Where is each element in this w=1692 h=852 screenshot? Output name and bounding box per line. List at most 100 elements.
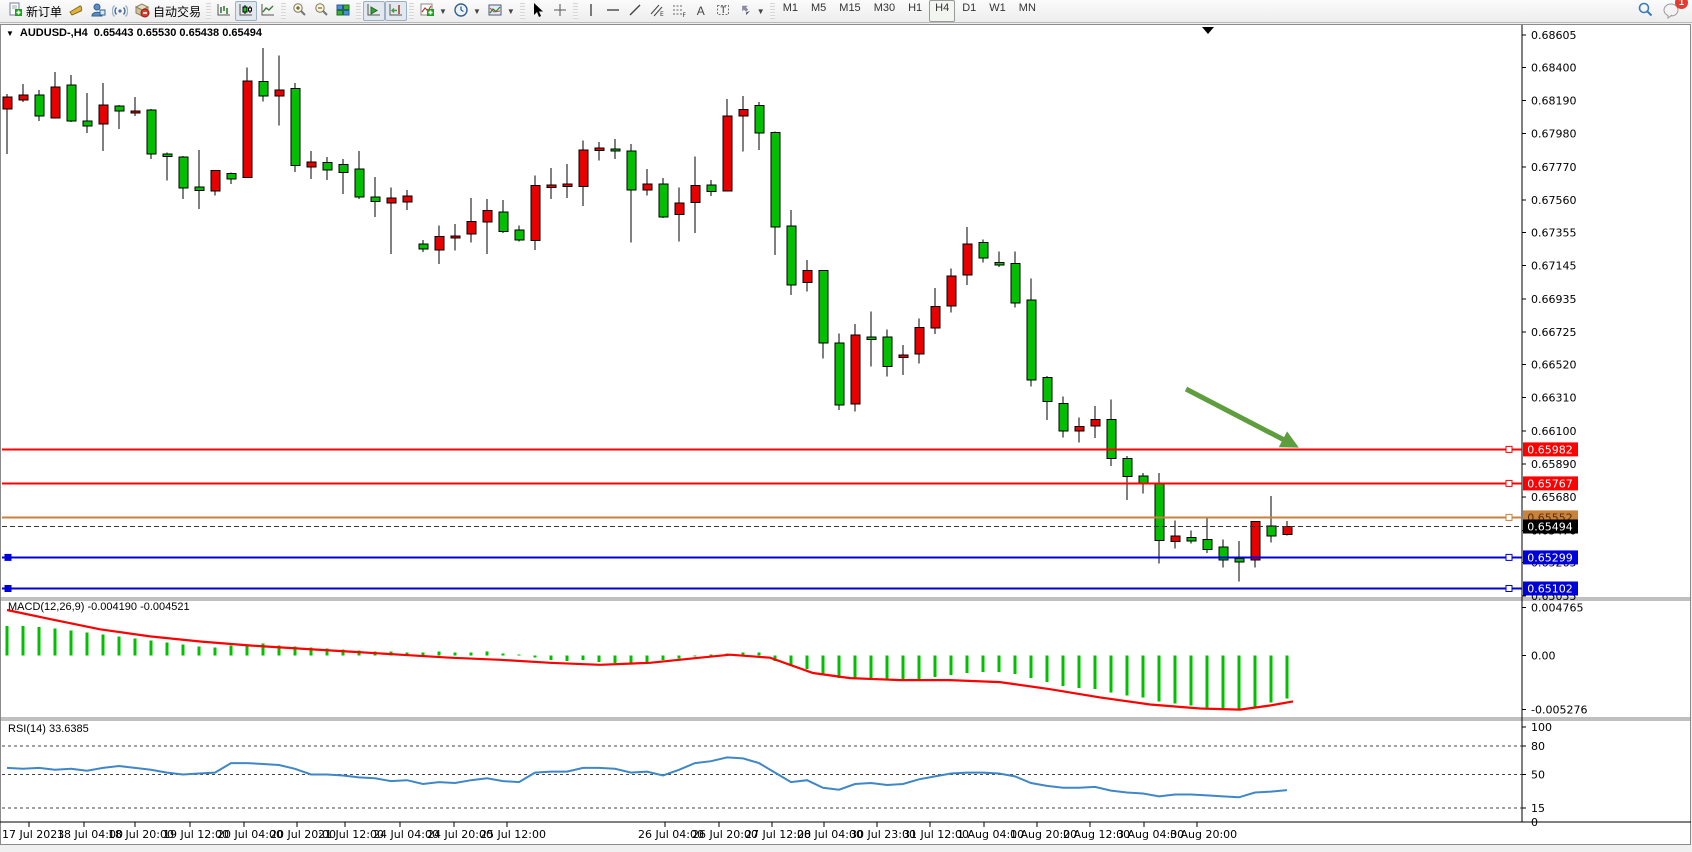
candle-body bbox=[627, 151, 636, 190]
candle-body bbox=[435, 237, 444, 250]
svg-text:0.66520: 0.66520 bbox=[1531, 358, 1577, 371]
svg-text:0.00: 0.00 bbox=[1531, 650, 1556, 663]
candle-body bbox=[579, 150, 588, 187]
svg-text:0.66310: 0.66310 bbox=[1531, 392, 1577, 405]
candle-body bbox=[851, 335, 860, 404]
candle-body bbox=[499, 212, 508, 231]
macd-signal-line bbox=[7, 610, 1293, 710]
bid-price-line: 0.65494 bbox=[2, 520, 1578, 534]
candle-body bbox=[1027, 300, 1036, 380]
svg-text:0.66725: 0.66725 bbox=[1531, 326, 1577, 339]
candle-body bbox=[1155, 484, 1164, 541]
pane-separators bbox=[0, 25, 1691, 822]
horizontal-line-0.65552[interactable]: 0.65552 bbox=[2, 510, 1578, 524]
candle-body bbox=[1107, 419, 1116, 458]
horizontal-line-0.65982[interactable]: 0.65982 bbox=[2, 442, 1578, 456]
candle-body bbox=[675, 203, 684, 214]
horizontal-line-0.65299[interactable]: 0.65299 bbox=[2, 550, 1578, 564]
candle-body bbox=[611, 149, 620, 151]
line-handle bbox=[1506, 554, 1512, 560]
svg-text:0: 0 bbox=[1531, 816, 1538, 829]
line-handle bbox=[1506, 480, 1512, 486]
svg-text:0.68400: 0.68400 bbox=[1531, 61, 1577, 74]
svg-text:25 Jul 12:00: 25 Jul 12:00 bbox=[480, 828, 546, 841]
candle-body bbox=[371, 197, 380, 201]
svg-text:100: 100 bbox=[1531, 721, 1552, 734]
svg-text:0.65767: 0.65767 bbox=[1527, 477, 1573, 490]
candle-body bbox=[1091, 419, 1100, 426]
candle-body bbox=[819, 271, 828, 343]
candle-body bbox=[163, 154, 172, 157]
svg-text:-0.005276: -0.005276 bbox=[1531, 703, 1587, 716]
candle-body bbox=[227, 173, 236, 179]
candle-body bbox=[547, 185, 556, 187]
svg-text:0.65102: 0.65102 bbox=[1527, 583, 1573, 596]
candle-body bbox=[643, 184, 652, 190]
svg-text:50: 50 bbox=[1531, 769, 1545, 782]
candle-body bbox=[1171, 536, 1180, 542]
candle-body bbox=[755, 106, 764, 134]
chart-canvas: 0.686050.684000.681900.679800.677700.675… bbox=[0, 0, 1692, 852]
svg-text:3 Aug 20:00: 3 Aug 20:00 bbox=[1170, 828, 1237, 841]
candle-body bbox=[595, 148, 604, 151]
line-handle bbox=[1506, 446, 1512, 452]
candle-body bbox=[1283, 527, 1292, 535]
candle-body bbox=[803, 271, 812, 283]
candle-body bbox=[307, 162, 316, 167]
candle-body bbox=[243, 81, 252, 178]
candle-body bbox=[723, 116, 732, 191]
line-handle bbox=[5, 554, 11, 560]
chart-shift-marker[interactable] bbox=[1202, 27, 1214, 34]
candle-body bbox=[355, 169, 364, 197]
svg-text:0.65494: 0.65494 bbox=[1527, 521, 1573, 534]
time-axis: 17 Jul 202318 Jul 04:0018 Jul 20:0019 Ju… bbox=[2, 822, 1237, 841]
horizontal-line-0.65767[interactable]: 0.65767 bbox=[2, 476, 1578, 490]
candle-body bbox=[691, 186, 700, 203]
chart-ohlc-quote: 0.65443 0.65530 0.65438 0.65494 bbox=[94, 27, 262, 39]
candle-body bbox=[531, 186, 540, 241]
horizontal-line-0.65102[interactable]: 0.65102 bbox=[2, 582, 1578, 596]
svg-text:0.67980: 0.67980 bbox=[1531, 128, 1577, 141]
candle-body bbox=[419, 244, 428, 249]
candle-body bbox=[963, 244, 972, 275]
svg-text:0.65890: 0.65890 bbox=[1531, 458, 1577, 471]
line-handle bbox=[1506, 586, 1512, 592]
candle-body bbox=[947, 276, 956, 306]
candle-body bbox=[339, 165, 348, 173]
candle-body bbox=[979, 243, 988, 259]
rsi-axis: 1008050150 bbox=[1522, 721, 1552, 829]
candle-body bbox=[403, 196, 412, 202]
line-handle bbox=[1506, 514, 1512, 520]
candle-body bbox=[211, 171, 220, 191]
rsi-line bbox=[7, 757, 1287, 797]
candle-body bbox=[707, 185, 716, 192]
candle-body bbox=[195, 187, 204, 191]
candlestick-series bbox=[3, 48, 1292, 582]
chart-title-row: ▼ AUDUSD-,H4 0.65443 0.65530 0.65438 0.6… bbox=[6, 27, 262, 39]
svg-text:0.65299: 0.65299 bbox=[1527, 551, 1573, 564]
candle-body bbox=[659, 184, 668, 217]
candle-body bbox=[3, 97, 12, 109]
candle-body bbox=[179, 157, 188, 188]
collapse-triangle-icon[interactable]: ▼ bbox=[6, 29, 14, 38]
candle-body bbox=[99, 105, 108, 124]
candle-body bbox=[51, 87, 60, 118]
arrow-annotation[interactable] bbox=[1186, 389, 1299, 448]
candle-body bbox=[451, 236, 460, 238]
window-bottom-strip bbox=[0, 845, 1692, 852]
svg-text:0.67355: 0.67355 bbox=[1531, 227, 1577, 240]
candle-body bbox=[1123, 458, 1132, 476]
svg-text:15: 15 bbox=[1531, 802, 1545, 815]
candle-body bbox=[115, 106, 124, 111]
candle-body bbox=[867, 337, 876, 340]
candle-body bbox=[1267, 526, 1276, 536]
macd-indicator-label: MACD(12,26,9) -0.004190 -0.004521 bbox=[8, 601, 190, 613]
svg-text:0.67770: 0.67770 bbox=[1531, 161, 1577, 174]
candle-body bbox=[35, 95, 44, 116]
candle-body bbox=[1059, 403, 1068, 431]
candle-body bbox=[835, 343, 844, 405]
svg-text:17 Jul 2023: 17 Jul 2023 bbox=[2, 828, 64, 841]
candle-body bbox=[1203, 539, 1212, 549]
rsi-indicator-label: RSI(14) 33.6385 bbox=[8, 723, 89, 735]
svg-text:0.66935: 0.66935 bbox=[1531, 293, 1577, 306]
